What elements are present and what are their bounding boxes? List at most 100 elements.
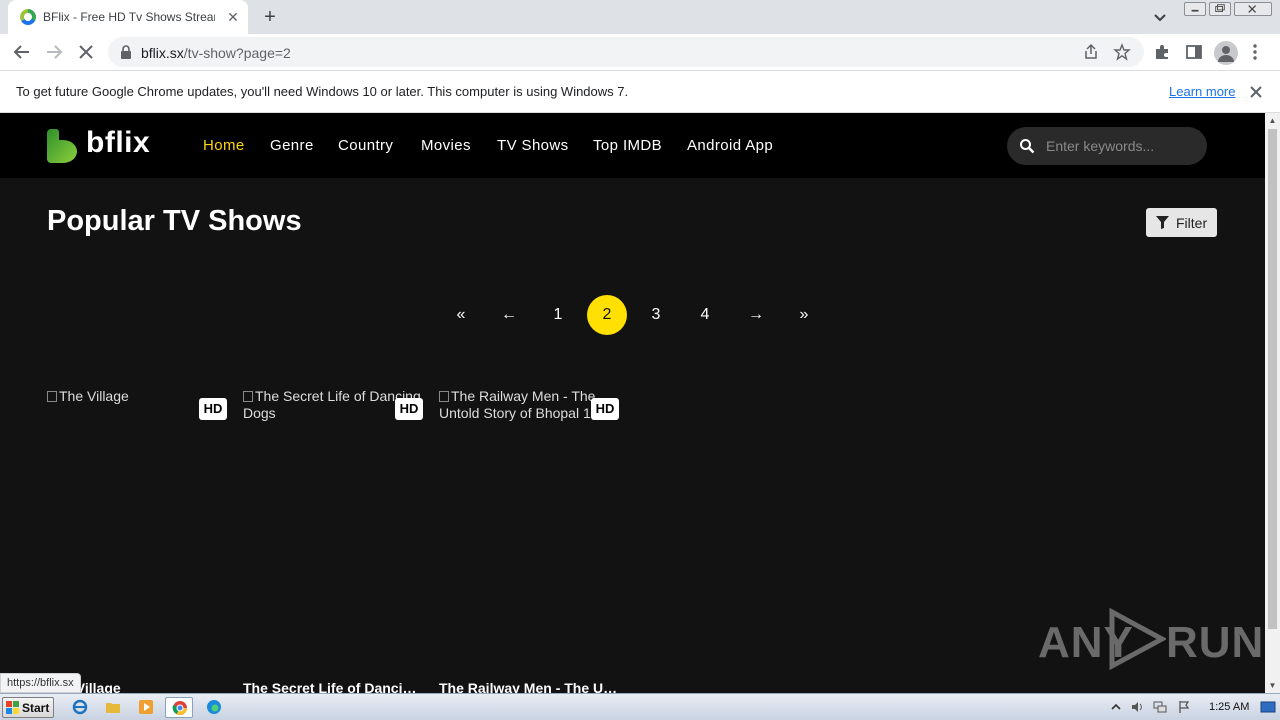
broken-image-icon <box>439 391 449 402</box>
system-clock[interactable]: 1:25 AM <box>1209 701 1249 713</box>
start-button[interactable]: Start <box>2 697 54 718</box>
search-icon[interactable] <box>1019 138 1035 154</box>
url-path: /tv-show?page=2 <box>183 45 291 61</box>
taskbar-explorer[interactable] <box>99 697 127 718</box>
nav-android-app[interactable]: Android App <box>687 137 773 154</box>
forward-arrow-icon[interactable] <box>42 40 66 64</box>
nav-top-imdb[interactable]: Top IMDB <box>593 137 662 154</box>
update-infobar: To get future Google Chrome updates, you… <box>0 71 1280 113</box>
folder-icon <box>106 703 120 713</box>
web-page: bflix Home Genre Country Movies TV Shows… <box>0 113 1265 693</box>
chrome-icon <box>172 701 187 715</box>
page-next[interactable]: → <box>736 295 776 335</box>
restore-icon <box>1215 4 1225 12</box>
site-header: bflix Home Genre Country Movies TV Shows… <box>0 113 1265 178</box>
network-icon[interactable] <box>1153 700 1167 714</box>
page-2-current[interactable]: 2 <box>587 295 627 335</box>
page-3[interactable]: 3 <box>636 295 676 335</box>
nav-home[interactable]: Home <box>203 137 245 154</box>
poster-alt-text: The Village <box>59 388 129 404</box>
taskbar-ie[interactable] <box>66 697 94 718</box>
minimize-window-button[interactable] <box>1184 2 1206 16</box>
scroll-up-arrow-icon[interactable]: ▲ <box>1265 113 1280 128</box>
page-1[interactable]: 1 <box>538 295 578 335</box>
browser-tab-strip: BFlix - Free HD Tv Shows Streaming ✕ + <box>0 0 1280 34</box>
scroll-down-arrow-icon[interactable]: ▼ <box>1265 678 1280 693</box>
action-center-flag-icon[interactable] <box>1177 700 1191 714</box>
page-4[interactable]: 4 <box>685 295 725 335</box>
new-tab-button[interactable]: + <box>259 6 281 28</box>
tray-expand-icon[interactable] <box>1109 700 1123 714</box>
close-icon <box>1248 5 1257 13</box>
poster-alt-text: The Railway Men - The Untold Story of Bh… <box>439 388 615 421</box>
filter-button[interactable]: Filter <box>1146 208 1217 237</box>
share-icon[interactable] <box>1082 43 1100 61</box>
tab-search-chevron-icon[interactable] <box>1150 7 1170 27</box>
show-desktop-icon[interactable] <box>1260 698 1276 716</box>
back-arrow-icon[interactable] <box>10 40 34 64</box>
chrome-menu-icon[interactable] <box>1246 43 1264 61</box>
media-player-icon <box>139 700 153 714</box>
person-icon <box>1218 46 1234 62</box>
profile-avatar[interactable] <box>1214 41 1238 65</box>
internet-explorer-icon <box>72 699 88 715</box>
minimize-icon <box>1191 9 1199 12</box>
infobar-close-icon[interactable] <box>1247 83 1265 101</box>
windows-taskbar: Start 1:25 AM <box>0 693 1280 720</box>
site-logo-text[interactable]: bflix <box>86 126 150 160</box>
tab-title: BFlix - Free HD Tv Shows Streaming <box>43 10 215 24</box>
tab-close-icon[interactable]: ✕ <box>224 8 242 26</box>
page-title: Popular TV Shows <box>47 205 302 237</box>
taskbar-media-player[interactable] <box>132 697 160 718</box>
volume-icon[interactable] <box>1130 700 1144 714</box>
nav-movies[interactable]: Movies <box>421 137 471 154</box>
taskbar-edge[interactable] <box>200 697 228 718</box>
url-host: bflix.sx <box>141 45 184 61</box>
show-title[interactable]: The Secret Life of Dancing Dogs <box>243 680 423 693</box>
funnel-icon <box>1156 216 1169 229</box>
extensions-puzzle-icon[interactable] <box>1153 43 1171 61</box>
browser-tab[interactable]: BFlix - Free HD Tv Shows Streaming ✕ <box>8 0 248 34</box>
hd-badge: HD <box>395 398 423 420</box>
taskbar-chrome[interactable] <box>165 697 193 718</box>
search-input[interactable] <box>1046 136 1196 156</box>
start-label: Start <box>22 701 50 715</box>
broken-image-icon <box>47 391 57 402</box>
bookmark-star-icon[interactable] <box>1113 43 1131 61</box>
page-scrollbar[interactable]: ▲ ▼ <box>1265 113 1280 693</box>
hd-badge: HD <box>591 398 619 420</box>
anyrun-watermark: ANY RUN <box>1038 608 1263 678</box>
restore-window-button[interactable] <box>1209 2 1231 16</box>
browser-toolbar: bflix.sx/tv-show?page=2 <box>0 34 1280 71</box>
bflix-favicon-icon <box>20 9 36 25</box>
edge-icon <box>207 700 221 714</box>
nav-tv-shows[interactable]: TV Shows <box>497 137 569 154</box>
page-last[interactable]: » <box>784 295 824 335</box>
show-card[interactable]: The Village HD The Village <box>47 388 227 693</box>
stop-loading-icon[interactable] <box>74 40 98 64</box>
infobar-message: To get future Google Chrome updates, you… <box>16 84 629 99</box>
nav-genre[interactable]: Genre <box>270 137 314 154</box>
filter-label: Filter <box>1176 215 1208 231</box>
close-window-button[interactable] <box>1234 2 1272 16</box>
watermark-text-right: RUN <box>1166 618 1265 667</box>
show-card[interactable]: The Secret Life of Dancing Dogs HD The S… <box>243 388 423 693</box>
bflix-logo-icon[interactable] <box>47 129 77 163</box>
windows-flag-icon <box>6 701 19 714</box>
page-first[interactable]: « <box>441 295 481 335</box>
site-search-box[interactable] <box>1007 127 1207 165</box>
link-status-bubble: https://bflix.sx <box>0 673 81 693</box>
learn-more-link[interactable]: Learn more <box>1169 84 1235 99</box>
page-prev[interactable]: ← <box>489 295 529 335</box>
url-text[interactable]: bflix.sx/tv-show?page=2 <box>141 45 291 61</box>
broken-image-icon <box>243 391 253 402</box>
lock-icon[interactable] <box>120 45 132 59</box>
side-panel-icon[interactable] <box>1185 43 1203 61</box>
scroll-thumb[interactable] <box>1268 129 1277 629</box>
address-bar[interactable]: bflix.sx/tv-show?page=2 <box>108 37 1144 67</box>
play-triangle-icon <box>1109 608 1166 670</box>
show-card[interactable]: The Railway Men - The Untold Story of Bh… <box>439 388 619 693</box>
hd-badge: HD <box>199 398 227 420</box>
nav-country[interactable]: Country <box>338 137 393 154</box>
show-title[interactable]: The Railway Men - The Untold Story of Bh… <box>439 680 619 693</box>
